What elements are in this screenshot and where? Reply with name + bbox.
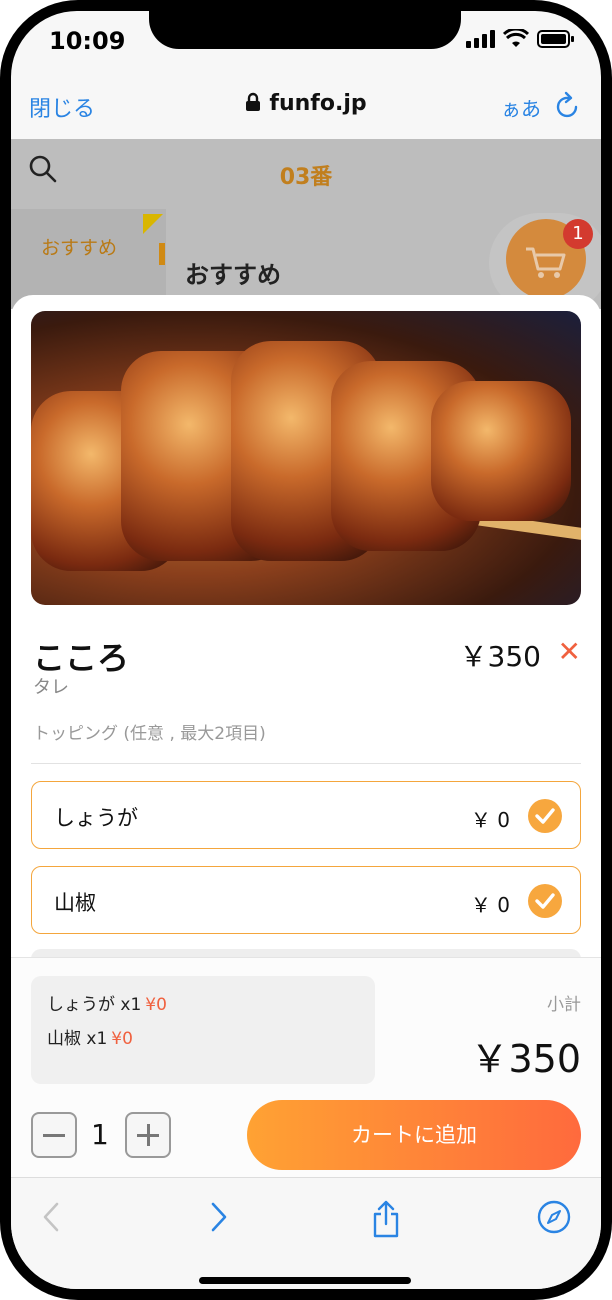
url-text: funfo.jp bbox=[269, 91, 367, 116]
notch bbox=[149, 11, 461, 49]
option-price: ￥ 0 bbox=[470, 808, 510, 832]
option-label: 山椒 bbox=[54, 891, 96, 915]
option-price: ￥ 0 bbox=[470, 893, 510, 917]
subtotal-value: ￥350 bbox=[470, 1037, 581, 1081]
wifi-icon bbox=[503, 29, 529, 47]
item-detail-sheet: こころ タレ ￥350 ✕ トッピング (任意 , 最大2項目) しょうが ￥ … bbox=[11, 295, 601, 1181]
decrease-button[interactable] bbox=[31, 1112, 77, 1158]
divider bbox=[31, 763, 581, 764]
summary-line: 山椒 x1 ¥0 bbox=[47, 1029, 133, 1049]
back-icon[interactable] bbox=[39, 1200, 63, 1234]
increase-button[interactable] bbox=[125, 1112, 171, 1158]
checkmark-icon[interactable] bbox=[528, 884, 562, 918]
signal-icon bbox=[466, 30, 495, 48]
sidebar-item-recommended[interactable]: おすすめ bbox=[41, 233, 117, 260]
option-label: しょうが bbox=[54, 806, 138, 830]
section-heading: おすすめ bbox=[185, 261, 281, 289]
battery-icon bbox=[537, 30, 574, 48]
forward-icon[interactable] bbox=[207, 1200, 231, 1234]
reload-icon[interactable] bbox=[555, 91, 581, 119]
cart-badge: 1 bbox=[563, 219, 593, 249]
compass-icon[interactable] bbox=[537, 1200, 571, 1234]
topping-option[interactable]: 山椒 ￥ 0 bbox=[31, 866, 581, 934]
minus-icon bbox=[43, 1134, 65, 1137]
topping-option[interactable]: しょうが ￥ 0 bbox=[31, 781, 581, 849]
flag-marker bbox=[143, 214, 163, 234]
share-icon[interactable] bbox=[371, 1200, 401, 1238]
topping-header: トッピング (任意 , 最大2項目) bbox=[33, 724, 266, 744]
food-image bbox=[31, 311, 581, 605]
home-indicator bbox=[199, 1277, 411, 1284]
item-price: ￥350 bbox=[459, 640, 541, 673]
status-time: 10:09 bbox=[49, 27, 126, 55]
order-panel: しょうが x1 ¥0 山椒 x1 ¥0 小計 ￥350 1 カートに追加 bbox=[11, 957, 601, 1181]
screen: 10:09 閉じる funfo.jp ぁあ 03番 おすすめ おすすめ 1 ここ… bbox=[11, 11, 601, 1289]
quantity-value: 1 bbox=[91, 1118, 109, 1151]
background-page: 03番 おすすめ おすすめ 1 bbox=[11, 139, 601, 313]
browser-toolbar bbox=[11, 1177, 601, 1289]
table-number: 03番 bbox=[279, 165, 333, 190]
lock-icon bbox=[246, 92, 261, 111]
text-size-button[interactable]: ぁあ bbox=[501, 93, 541, 122]
subtotal-label: 小計 bbox=[547, 995, 581, 1015]
add-to-cart-button[interactable]: カートに追加 bbox=[247, 1100, 581, 1170]
status-icons bbox=[466, 29, 575, 49]
close-icon[interactable]: ✕ bbox=[558, 635, 581, 668]
browser-bar: 閉じる funfo.jp ぁあ bbox=[11, 77, 601, 139]
phone-frame: 10:09 閉じる funfo.jp ぁあ 03番 おすすめ おすすめ 1 ここ… bbox=[0, 0, 612, 1300]
active-indicator bbox=[159, 243, 165, 265]
summary-line: しょうが x1 ¥0 bbox=[47, 995, 167, 1015]
selection-summary: しょうが x1 ¥0 山椒 x1 ¥0 bbox=[31, 976, 375, 1084]
checkmark-icon[interactable] bbox=[528, 799, 562, 833]
item-subtitle: タレ bbox=[33, 677, 69, 698]
